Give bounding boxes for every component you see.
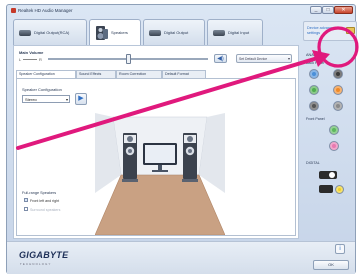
balance-left-label: L (19, 57, 22, 62)
tab-room-correction[interactable]: Room Correction (116, 70, 162, 78)
set-default-device-dropdown[interactable]: Set Default Device ▾ (236, 54, 292, 63)
mute-button[interactable]: ◀) (214, 54, 227, 63)
tab-sound-effects[interactable]: Sound Effects (76, 70, 116, 78)
window-title: Realtek HD Audio Manager (18, 8, 73, 13)
play-icon: ▶ (78, 95, 84, 102)
folder-icon[interactable] (346, 27, 355, 34)
digital-label: DIGITAL (306, 161, 320, 165)
main-volume-label: Main Volume (19, 50, 44, 55)
gigabyte-logo: GIGABYTE (19, 250, 69, 260)
jack-gray-icon[interactable] (333, 101, 343, 111)
chevron-down-icon: ▾ (65, 97, 68, 102)
jack-icon (149, 30, 161, 36)
speaker-room-illustration (95, 113, 225, 235)
play-test-button[interactable]: ▶ (75, 93, 87, 105)
speaker-configuration-label: Speaker Configuration (22, 87, 62, 92)
jack-coaxial-icon[interactable] (335, 185, 344, 194)
balance-right-label: R (39, 57, 42, 62)
jack-icon (213, 30, 225, 36)
audio-manager-window: Realtek HD Audio Manager _ □ ✕ Digital O… (6, 4, 359, 274)
spdif-optical-icon[interactable] (319, 171, 337, 179)
connector-sidebar: Device advanced settings ANALOG Back Pan… (303, 21, 359, 239)
jack-black-icon[interactable] (333, 69, 343, 79)
tab-speaker-configuration[interactable]: Speaker Configuration (16, 70, 76, 78)
info-icon: i (339, 246, 341, 252)
jack-icon (19, 30, 31, 36)
balance-slider[interactable] (23, 59, 37, 60)
advanced-settings-box[interactable]: Device advanced settings (303, 21, 357, 41)
maximize-button[interactable]: □ (322, 6, 334, 14)
gigabyte-logo-subtitle: TECHNOLOGY (20, 262, 52, 266)
right-speaker-icon (182, 133, 198, 182)
volume-slider-thumb[interactable] (126, 54, 131, 64)
minimize-button[interactable]: _ (310, 6, 322, 14)
speaker-icon (96, 26, 108, 40)
jack-green-icon[interactable] (309, 85, 319, 95)
checkbox-checked[interactable] (24, 198, 28, 203)
checkbox-unchecked[interactable] (24, 207, 28, 212)
jack-orange-icon[interactable] (333, 85, 343, 95)
speaker-configuration-select[interactable]: Stereo ▾ (22, 95, 70, 103)
fullrange-speakers-label: Full-range Speakers (22, 191, 57, 195)
jack-blue-icon[interactable] (309, 69, 319, 79)
close-button[interactable]: ✕ (334, 6, 353, 14)
tab-digital-output[interactable]: Digital Output (143, 19, 205, 45)
speakers-panel: Main Volume L R ◀) Set Default Device ▾ … (13, 45, 299, 239)
footer-bar: GIGABYTE TECHNOLOGY i OK (7, 241, 355, 274)
tab-speakers[interactable]: Speakers (89, 19, 141, 47)
chevron-down-icon: ▾ (287, 56, 290, 61)
speaker-configuration-panel: Speaker Configuration Stereo ▾ ▶ Full-ra… (16, 78, 296, 236)
front-panel-label: Front Panel (306, 117, 325, 121)
spdif-connector-icon[interactable] (319, 185, 333, 193)
front-left-right-checkbox[interactable]: Front left and right (24, 198, 59, 205)
jack-front-pink-icon[interactable] (329, 141, 339, 151)
speaker-volume-icon: ◀) (217, 56, 224, 62)
info-button[interactable]: i (335, 244, 345, 254)
advanced-settings-link[interactable]: Device advanced settings (307, 26, 347, 36)
back-panel-label: Back Panel (306, 61, 325, 65)
app-icon (11, 8, 16, 13)
ok-button[interactable]: OK (313, 260, 349, 270)
tab-digital-input[interactable]: Digital Input (207, 19, 263, 45)
surround-speakers-checkbox[interactable]: Surround speakers (24, 207, 60, 214)
title-bar: Realtek HD Audio Manager _ □ ✕ (7, 5, 355, 16)
left-speaker-icon (122, 133, 138, 182)
tab-digital-output-rca[interactable]: Digital Output(RCA) (13, 19, 87, 45)
analog-label: ANALOG (306, 53, 322, 57)
jack-front-green-icon[interactable] (329, 125, 339, 135)
tab-default-format[interactable]: Default Format (162, 70, 206, 78)
jack-dark-gray-icon[interactable] (309, 101, 319, 111)
